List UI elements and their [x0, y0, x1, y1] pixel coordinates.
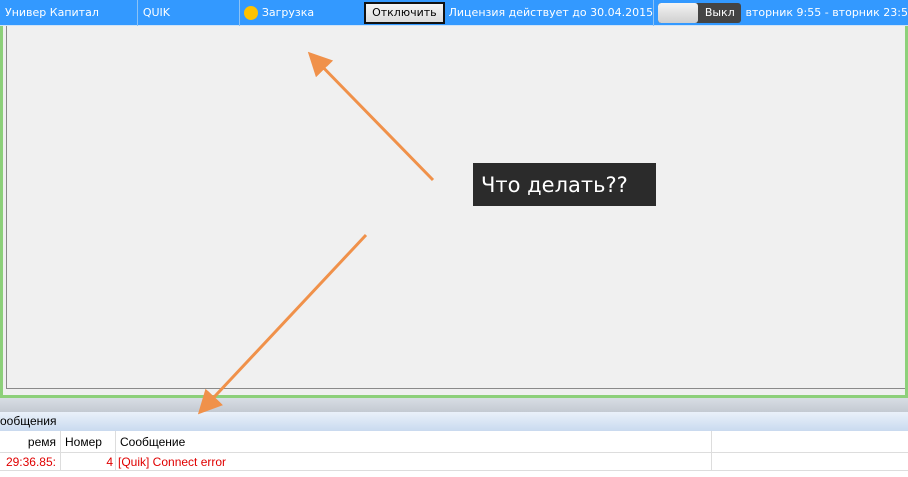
callout-label: Что делать?? — [473, 163, 656, 206]
arrow-to-status — [307, 51, 435, 182]
annotation-arrows — [197, 51, 435, 415]
arrow-to-messages — [197, 233, 368, 415]
